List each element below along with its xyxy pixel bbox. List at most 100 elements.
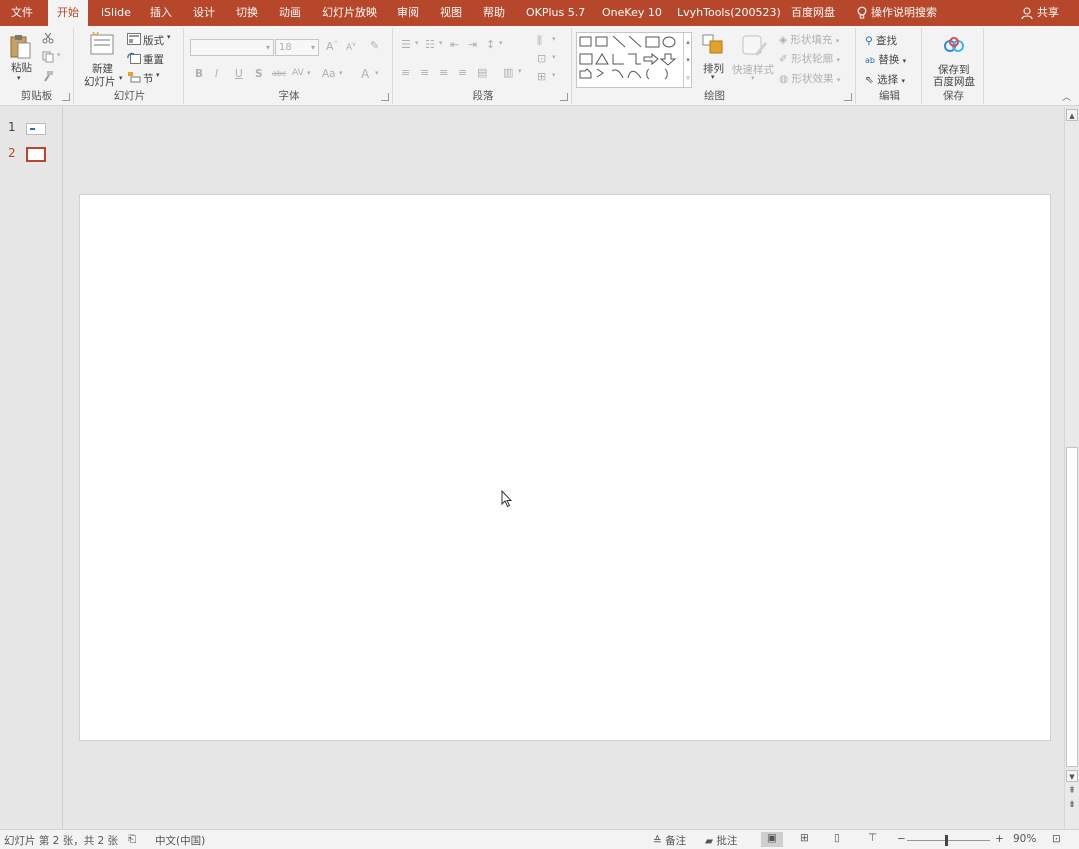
smartart-dropdown[interactable]: ▾ — [552, 71, 556, 79]
zoom-level[interactable]: 90% — [1013, 833, 1036, 845]
text-shadow-icon[interactable]: S — [255, 68, 263, 80]
character-spacing-icon[interactable]: AV — [292, 68, 304, 78]
layout-dropdown[interactable]: ▾ — [167, 33, 171, 41]
tab-file[interactable]: 文件 — [11, 0, 33, 26]
smartart-icon[interactable]: ⊞ — [537, 70, 546, 83]
layout-icon[interactable] — [127, 33, 141, 45]
character-spacing-dropdown[interactable]: ▾ — [307, 69, 311, 77]
font-launcher[interactable] — [381, 93, 389, 101]
tab-review[interactable]: 审阅 — [397, 0, 419, 26]
distributed-icon[interactable]: ▤ — [477, 66, 487, 79]
shape-outline-button[interactable]: ✐ 形状轮廓 ▾ — [779, 51, 840, 66]
align-text-dropdown[interactable]: ▾ — [552, 53, 556, 61]
drawing-launcher[interactable] — [844, 93, 852, 101]
new-slide-dropdown[interactable]: ▾ — [119, 74, 123, 82]
shapes-more[interactable]: ▿ — [683, 69, 692, 87]
section-dropdown[interactable]: ▾ — [156, 71, 160, 79]
bullets-dropdown[interactable]: ▾ — [415, 39, 419, 47]
comments-button[interactable]: ▰ 批注 — [705, 833, 737, 848]
tab-onekey[interactable]: OneKey 10 — [602, 0, 662, 26]
layout-label[interactable]: 版式 — [143, 33, 164, 48]
paste-label[interactable]: 粘贴 — [11, 60, 32, 75]
font-name-dropdown[interactable]: ▾ — [266, 40, 270, 55]
paste-dropdown[interactable]: ▾ — [17, 74, 21, 82]
underline-icon[interactable]: U — [235, 68, 243, 80]
text-direction-dropdown[interactable]: ▾ — [552, 35, 556, 43]
align-center-icon[interactable]: ≡ — [420, 66, 429, 79]
normal-view-button[interactable]: ▣ — [761, 832, 783, 847]
numbering-icon[interactable]: ☷ — [425, 38, 435, 51]
italic-icon[interactable]: I — [215, 68, 218, 80]
tab-design[interactable]: 设计 — [193, 0, 215, 26]
select-button[interactable]: ⇖ 选择 ▾ — [865, 72, 905, 87]
change-case-dropdown[interactable]: ▾ — [339, 69, 343, 77]
increase-font-icon[interactable]: A^ — [326, 40, 339, 53]
tab-slideshow[interactable]: 幻灯片放映 — [322, 0, 377, 26]
line-spacing-icon[interactable]: ↕ — [486, 38, 495, 51]
tab-view[interactable]: 视图 — [440, 0, 462, 26]
spelling-check-icon[interactable]: ⎗ — [128, 833, 136, 846]
next-slide-icon[interactable]: ⇟ — [1066, 799, 1078, 811]
columns-icon[interactable]: ▥ — [503, 66, 513, 79]
font-color-dropdown[interactable]: ▾ — [375, 69, 379, 77]
tab-islide[interactable]: iSlide — [101, 0, 131, 26]
slide-thumbnail-1[interactable] — [26, 123, 46, 135]
shapes-scroll-down[interactable]: ▾ — [683, 51, 692, 69]
format-painter-icon[interactable] — [42, 70, 54, 82]
fit-to-window-icon[interactable]: ⊡ — [1052, 833, 1061, 845]
save-to-label-2[interactable]: 百度网盘 — [933, 74, 975, 89]
tab-lvyhtools[interactable]: LvyhTools(200523) — [677, 0, 781, 26]
shape-effects-button[interactable]: ◍ 形状效果 ▾ — [779, 71, 840, 86]
quick-styles-dropdown[interactable]: ▾ — [751, 74, 755, 82]
clipboard-launcher[interactable] — [62, 93, 70, 101]
zoom-out-button[interactable]: − — [897, 833, 906, 845]
slide-thumbnail-2[interactable] — [26, 147, 46, 162]
paragraph-launcher[interactable] — [560, 93, 568, 101]
font-size-dropdown[interactable]: ▾ — [311, 40, 315, 55]
slide-sorter-button[interactable]: ⊞ — [794, 832, 816, 847]
tab-okplus[interactable]: OKPlus 5.7 — [526, 0, 585, 26]
tab-insert[interactable]: 插入 — [150, 0, 172, 26]
tab-transitions[interactable]: 切换 — [236, 0, 258, 26]
arrange-dropdown[interactable]: ▾ — [711, 73, 715, 81]
find-button[interactable]: ⚲ 查找 — [865, 33, 897, 48]
baidu-cloud-icon[interactable] — [943, 37, 965, 53]
quick-styles-icon[interactable] — [741, 32, 767, 58]
collapse-ribbon-icon[interactable]: ︿ — [1062, 90, 1071, 103]
line-spacing-dropdown[interactable]: ▾ — [499, 39, 503, 47]
increase-indent-icon[interactable]: ⇥ — [468, 38, 477, 51]
zoom-slider-track[interactable] — [907, 840, 990, 841]
section-label[interactable]: 节 — [143, 71, 154, 86]
font-name-combo[interactable]: ▾ — [190, 39, 274, 56]
shapes-scroll-up[interactable]: ▴ — [683, 33, 692, 51]
reset-label[interactable]: 重置 — [143, 52, 164, 67]
language-status[interactable]: 中文(中国) — [155, 833, 205, 848]
reset-icon[interactable] — [127, 52, 141, 64]
tab-help[interactable]: 帮助 — [483, 0, 505, 26]
font-color-icon[interactable]: A — [361, 67, 369, 81]
scrollbar-thumb[interactable] — [1066, 447, 1078, 767]
cut-icon[interactable] — [42, 32, 54, 44]
bold-icon[interactable]: B — [195, 68, 203, 80]
zoom-slider-handle[interactable] — [945, 835, 948, 846]
copy-dropdown[interactable]: ▾ — [57, 51, 61, 59]
clear-formatting-icon[interactable]: ✎ — [370, 39, 379, 52]
shape-fill-button[interactable]: ◈ 形状填充 ▾ — [779, 32, 839, 47]
replace-button[interactable]: ab 替换 ▾ — [865, 52, 906, 67]
align-right-icon[interactable]: ≡ — [439, 66, 448, 79]
vertical-scrollbar[interactable]: ▲ ▼ ⇞ ⇟ — [1064, 107, 1079, 829]
scroll-down-arrow[interactable]: ▼ — [1066, 770, 1078, 782]
strikethrough-icon[interactable]: abc — [272, 69, 286, 78]
tab-baidu-pan[interactable]: 百度网盘 — [791, 0, 835, 26]
paste-icon[interactable] — [10, 34, 32, 60]
arrange-icon[interactable] — [702, 34, 724, 54]
new-slide-label-2[interactable]: 幻灯片 — [84, 74, 116, 89]
text-direction-icon[interactable]: ⫼ — [537, 34, 542, 48]
tell-me-search[interactable]: 操作说明搜索 — [857, 0, 937, 26]
justify-icon[interactable]: ≡ — [458, 66, 467, 79]
font-size-combo[interactable]: 18 ▾ — [275, 39, 319, 56]
columns-dropdown[interactable]: ▾ — [518, 67, 522, 75]
copy-icon[interactable] — [42, 51, 54, 63]
slide-canvas[interactable] — [79, 194, 1051, 741]
reading-view-button[interactable]: ▯ — [828, 832, 850, 847]
